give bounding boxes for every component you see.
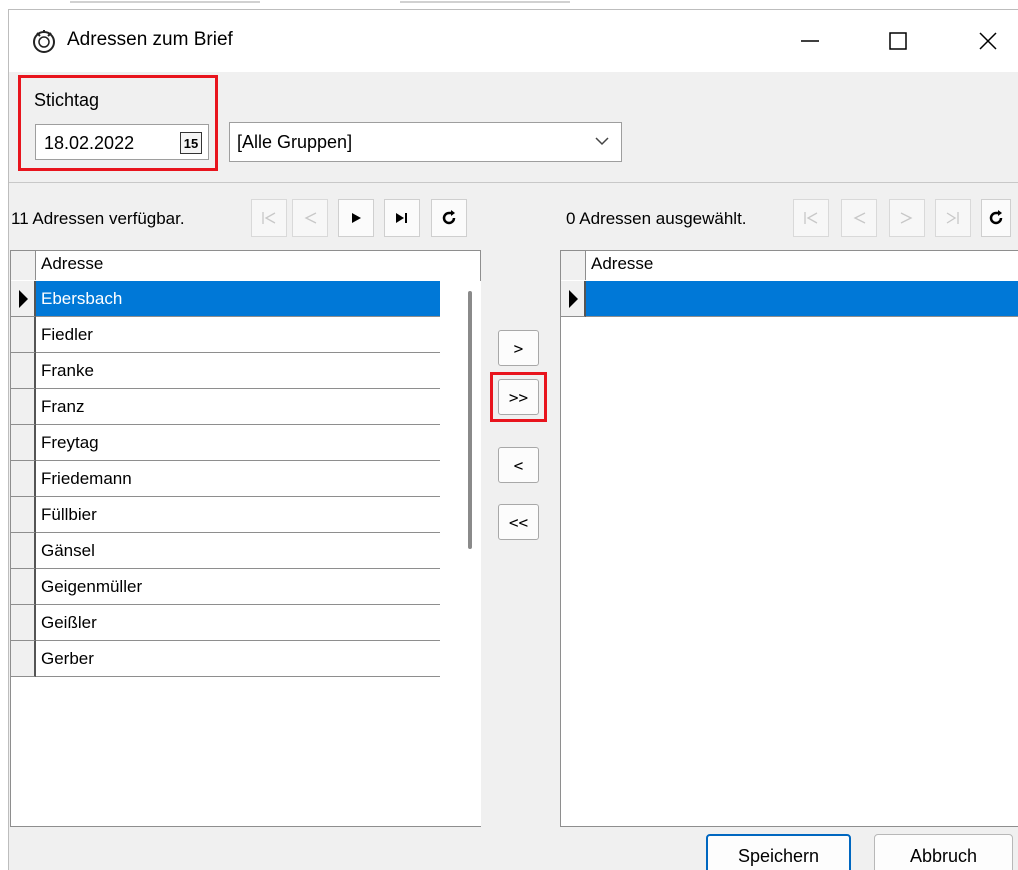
left-first-button[interactable]: [251, 199, 287, 237]
left-last-button[interactable]: [384, 199, 420, 237]
first-record-icon: [262, 212, 276, 224]
table-row[interactable]: Franz: [11, 389, 440, 425]
right-first-button[interactable]: [793, 199, 829, 237]
available-count-label: 11 Adressen verfügbar.: [11, 209, 185, 228]
last-record-icon: [946, 212, 959, 224]
table-row[interactable]: [561, 281, 1018, 317]
dialog-window: Adressen zum Brief Stichtag 18.02.2022 1…: [8, 9, 1018, 870]
prev-record-icon: [304, 212, 317, 224]
table-cell[interactable]: Füllbier: [36, 497, 440, 533]
add-one-button[interactable]: >: [498, 330, 539, 366]
table-cell[interactable]: Geißler: [36, 605, 440, 641]
prev-record-icon: [853, 212, 866, 224]
group-select[interactable]: [Alle Gruppen]: [229, 122, 622, 162]
table-row[interactable]: Füllbier: [11, 497, 440, 533]
calendar-icon[interactable]: 15: [180, 132, 202, 154]
cancel-button[interactable]: Abbruch: [874, 834, 1013, 870]
add-all-button[interactable]: >>: [498, 379, 539, 415]
maximize-button[interactable]: [875, 22, 921, 60]
row-pointer-icon: [569, 290, 578, 308]
column-header-adresse[interactable]: Adresse: [36, 251, 451, 280]
table-cell[interactable]: Fiedler: [36, 317, 440, 353]
close-icon: [979, 32, 997, 50]
table-row[interactable]: Freytag: [11, 425, 440, 461]
chevron-down-icon: [595, 137, 609, 146]
table-row[interactable]: Ebersbach: [11, 281, 440, 317]
first-record-icon: [804, 212, 818, 224]
close-button[interactable]: [965, 22, 1011, 60]
selected-address-grid[interactable]: Adresse: [560, 250, 1018, 827]
row-pointer-icon: [19, 290, 28, 308]
table-cell[interactable]: Geigenmüller: [36, 569, 440, 605]
stichtag-date-value: 18.02.2022: [44, 133, 135, 153]
selected-count-label: 0 Adressen ausgewählt.: [566, 209, 747, 228]
table-cell[interactable]: Ebersbach: [36, 281, 440, 317]
table-cell[interactable]: Franke: [36, 353, 440, 389]
table-row[interactable]: Franke: [11, 353, 440, 389]
grid-header: Adresse: [11, 251, 451, 280]
background-window-strip: [0, 0, 1018, 9]
remove-all-button[interactable]: <<: [498, 504, 539, 540]
save-button[interactable]: Speichern: [706, 834, 851, 870]
right-last-button[interactable]: [935, 199, 971, 237]
app-icon: [33, 30, 55, 53]
available-address-grid[interactable]: Adresse Ebersbach Fiedler Franke Franz F…: [10, 250, 481, 827]
table-cell[interactable]: Gänsel: [36, 533, 440, 569]
refresh-icon: [442, 210, 456, 225]
table-row[interactable]: Geigenmüller: [11, 569, 440, 605]
maximize-icon: [889, 32, 907, 50]
minimize-icon: [801, 40, 819, 42]
next-record-icon: [352, 213, 361, 223]
table-cell[interactable]: Gerber: [36, 641, 440, 677]
table-cell[interactable]: Freytag: [36, 425, 440, 461]
stichtag-date-field[interactable]: 18.02.2022 15: [35, 124, 209, 160]
table-row[interactable]: Fiedler: [11, 317, 440, 353]
column-header-adresse[interactable]: Adresse: [586, 251, 1018, 280]
left-next-button[interactable]: [338, 199, 374, 237]
refresh-icon: [989, 210, 1003, 225]
table-row[interactable]: Geißler: [11, 605, 440, 641]
left-prev-button[interactable]: [292, 199, 328, 237]
group-select-value: [Alle Gruppen]: [237, 132, 353, 152]
left-refresh-button[interactable]: [431, 199, 467, 237]
remove-one-button[interactable]: <: [498, 447, 539, 483]
last-record-icon: [396, 213, 407, 223]
table-row[interactable]: Gänsel: [11, 533, 440, 569]
vertical-scrollbar[interactable]: [459, 281, 481, 826]
next-record-icon: [900, 212, 913, 224]
right-next-button[interactable]: [889, 199, 925, 237]
table-row[interactable]: Friedemann: [11, 461, 440, 497]
table-cell[interactable]: [586, 281, 1018, 317]
title-bar: Adressen zum Brief: [9, 10, 1018, 72]
right-prev-button[interactable]: [841, 199, 877, 237]
table-row[interactable]: Gerber: [11, 641, 440, 677]
window-title: Adressen zum Brief: [67, 29, 233, 50]
minimize-button[interactable]: [787, 22, 833, 60]
grid-header: Adresse: [561, 251, 1018, 280]
table-cell[interactable]: Friedemann: [36, 461, 440, 497]
table-cell[interactable]: Franz: [36, 389, 440, 425]
scrollbar-thumb[interactable]: [468, 291, 472, 549]
right-refresh-button[interactable]: [981, 199, 1011, 237]
stichtag-label: Stichtag: [34, 90, 100, 110]
divider: [9, 182, 1018, 183]
